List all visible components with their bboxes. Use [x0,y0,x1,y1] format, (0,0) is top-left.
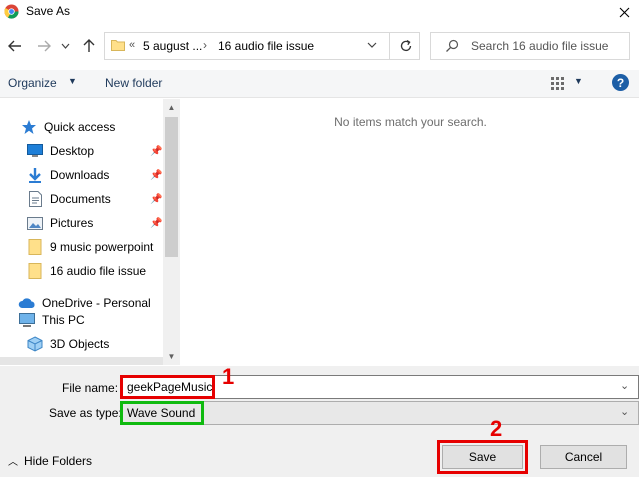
hide-folders-label: Hide Folders [24,454,93,468]
pictures-icon [26,215,44,231]
nav-label: Desktop [50,144,95,158]
search-placeholder: Search 16 audio file issue [471,39,609,53]
nav-label: 3D Objects [50,337,110,351]
help-button[interactable]: ? [612,74,629,91]
close-icon [619,7,629,17]
refresh-button[interactable] [389,32,421,60]
star-icon [20,119,38,135]
pin-icon: 📌 [150,217,163,229]
organize-button[interactable]: Organize [8,76,57,90]
scroll-up-icon[interactable]: ▲ [163,99,180,116]
title-bar: Save As [0,0,639,24]
nav-label: 16 audio file issue [50,264,147,278]
breadcrumb-parent[interactable]: 5 august ... [143,39,202,53]
nav-label: Downloads [50,168,110,182]
nav-item-desktop[interactable]: Desktop 📌 [26,140,166,162]
annotation-number-2: 2 [490,416,503,441]
nav-label: This PC [42,313,85,327]
chevron-down-icon [61,43,69,49]
forward-button[interactable] [33,35,55,57]
nav-quick-access[interactable]: Quick access [20,116,115,138]
scroll-down-icon[interactable]: ▼ [163,348,180,365]
chevron-down-icon[interactable]: ⌄ [620,379,629,392]
nav-scrollbar[interactable]: ▲ ▼ [163,99,180,365]
pin-icon: 📌 [150,169,163,181]
documents-icon [26,191,44,207]
folder-icon [111,39,125,51]
downloads-icon [26,167,44,183]
nav-label: OneDrive - Personal [42,296,151,310]
up-button[interactable] [78,35,100,57]
chevron-down-icon[interactable]: ⌄ [620,405,629,418]
change-view-button[interactable] [550,75,566,91]
recent-locations-button[interactable] [58,35,72,57]
search-input[interactable]: Search 16 audio file issue [430,32,630,60]
annotation-number-1: 1 [222,364,235,389]
nav-item-documents[interactable]: Documents 📌 [26,188,166,210]
save-type-annotation-box [120,401,204,425]
chevron-up-icon: ︿ [8,457,18,468]
nav-3d-objects[interactable]: 3D Objects [26,333,109,355]
arrow-left-icon [8,40,21,52]
nav-label: Pictures [50,216,94,230]
breadcrumb-separator[interactable]: › [203,38,207,52]
cube-icon [26,336,44,352]
hide-folders-button[interactable]: ︿ Hide Folders [8,453,92,468]
overflow-chevron-icon[interactable]: « [129,39,135,51]
address-dropdown-button[interactable] [367,38,377,55]
scroll-thumb[interactable] [165,117,178,257]
filename-label: File name: [62,381,119,395]
breadcrumb-current[interactable]: 16 audio file issue [218,39,314,53]
arrow-up-icon [83,39,95,52]
caret-down-icon[interactable]: ▼ [574,76,583,86]
nav-label: 9 music powerpoint [50,240,154,254]
empty-message: No items match your search. [334,115,487,129]
chevron-down-icon [367,42,377,48]
computer-icon [18,312,36,328]
navigation-pane: Quick access Desktop 📌 Downloads 📌 Docum… [0,99,180,365]
nav-label: Quick access [44,120,116,134]
save-type-label: Save as type: [49,406,122,420]
chrome-icon [4,4,19,19]
pin-icon: 📌 [150,193,163,205]
back-button[interactable] [4,35,26,57]
file-list-pane[interactable]: No items match your search. [182,99,639,365]
nav-item-partial [0,357,163,365]
arrow-right-icon [38,40,51,52]
view-grid-icon [551,77,564,90]
refresh-icon [400,39,411,52]
save-annotation-box [437,440,528,474]
close-button[interactable] [609,0,639,24]
nav-item-music-powerpoint[interactable]: 9 music powerpoint [26,236,153,258]
pin-icon: 📌 [150,145,163,157]
save-form: File name: geekPageMusic ⌄ 1 Save as typ… [0,364,639,477]
folder-icon [26,239,44,255]
folder-icon [26,263,44,279]
address-bar[interactable]: « 5 august ... › 16 audio file issue [104,32,420,60]
filename-annotation-box [120,375,215,399]
nav-label: Documents [50,192,111,206]
nav-this-pc[interactable]: This PC [18,309,85,331]
command-toolbar: Organize ▼ New folder ▼ ? [0,70,639,98]
desktop-icon [26,143,44,159]
caret-down-icon[interactable]: ▼ [68,76,77,86]
cancel-button[interactable]: Cancel [540,445,627,469]
nav-item-pictures[interactable]: Pictures 📌 [26,212,166,234]
new-folder-button[interactable]: New folder [105,76,162,90]
search-icon [445,39,459,56]
window-title: Save As [26,4,71,18]
nav-item-audio-file-issue[interactable]: 16 audio file issue [26,260,146,282]
nav-item-downloads[interactable]: Downloads 📌 [26,164,166,186]
